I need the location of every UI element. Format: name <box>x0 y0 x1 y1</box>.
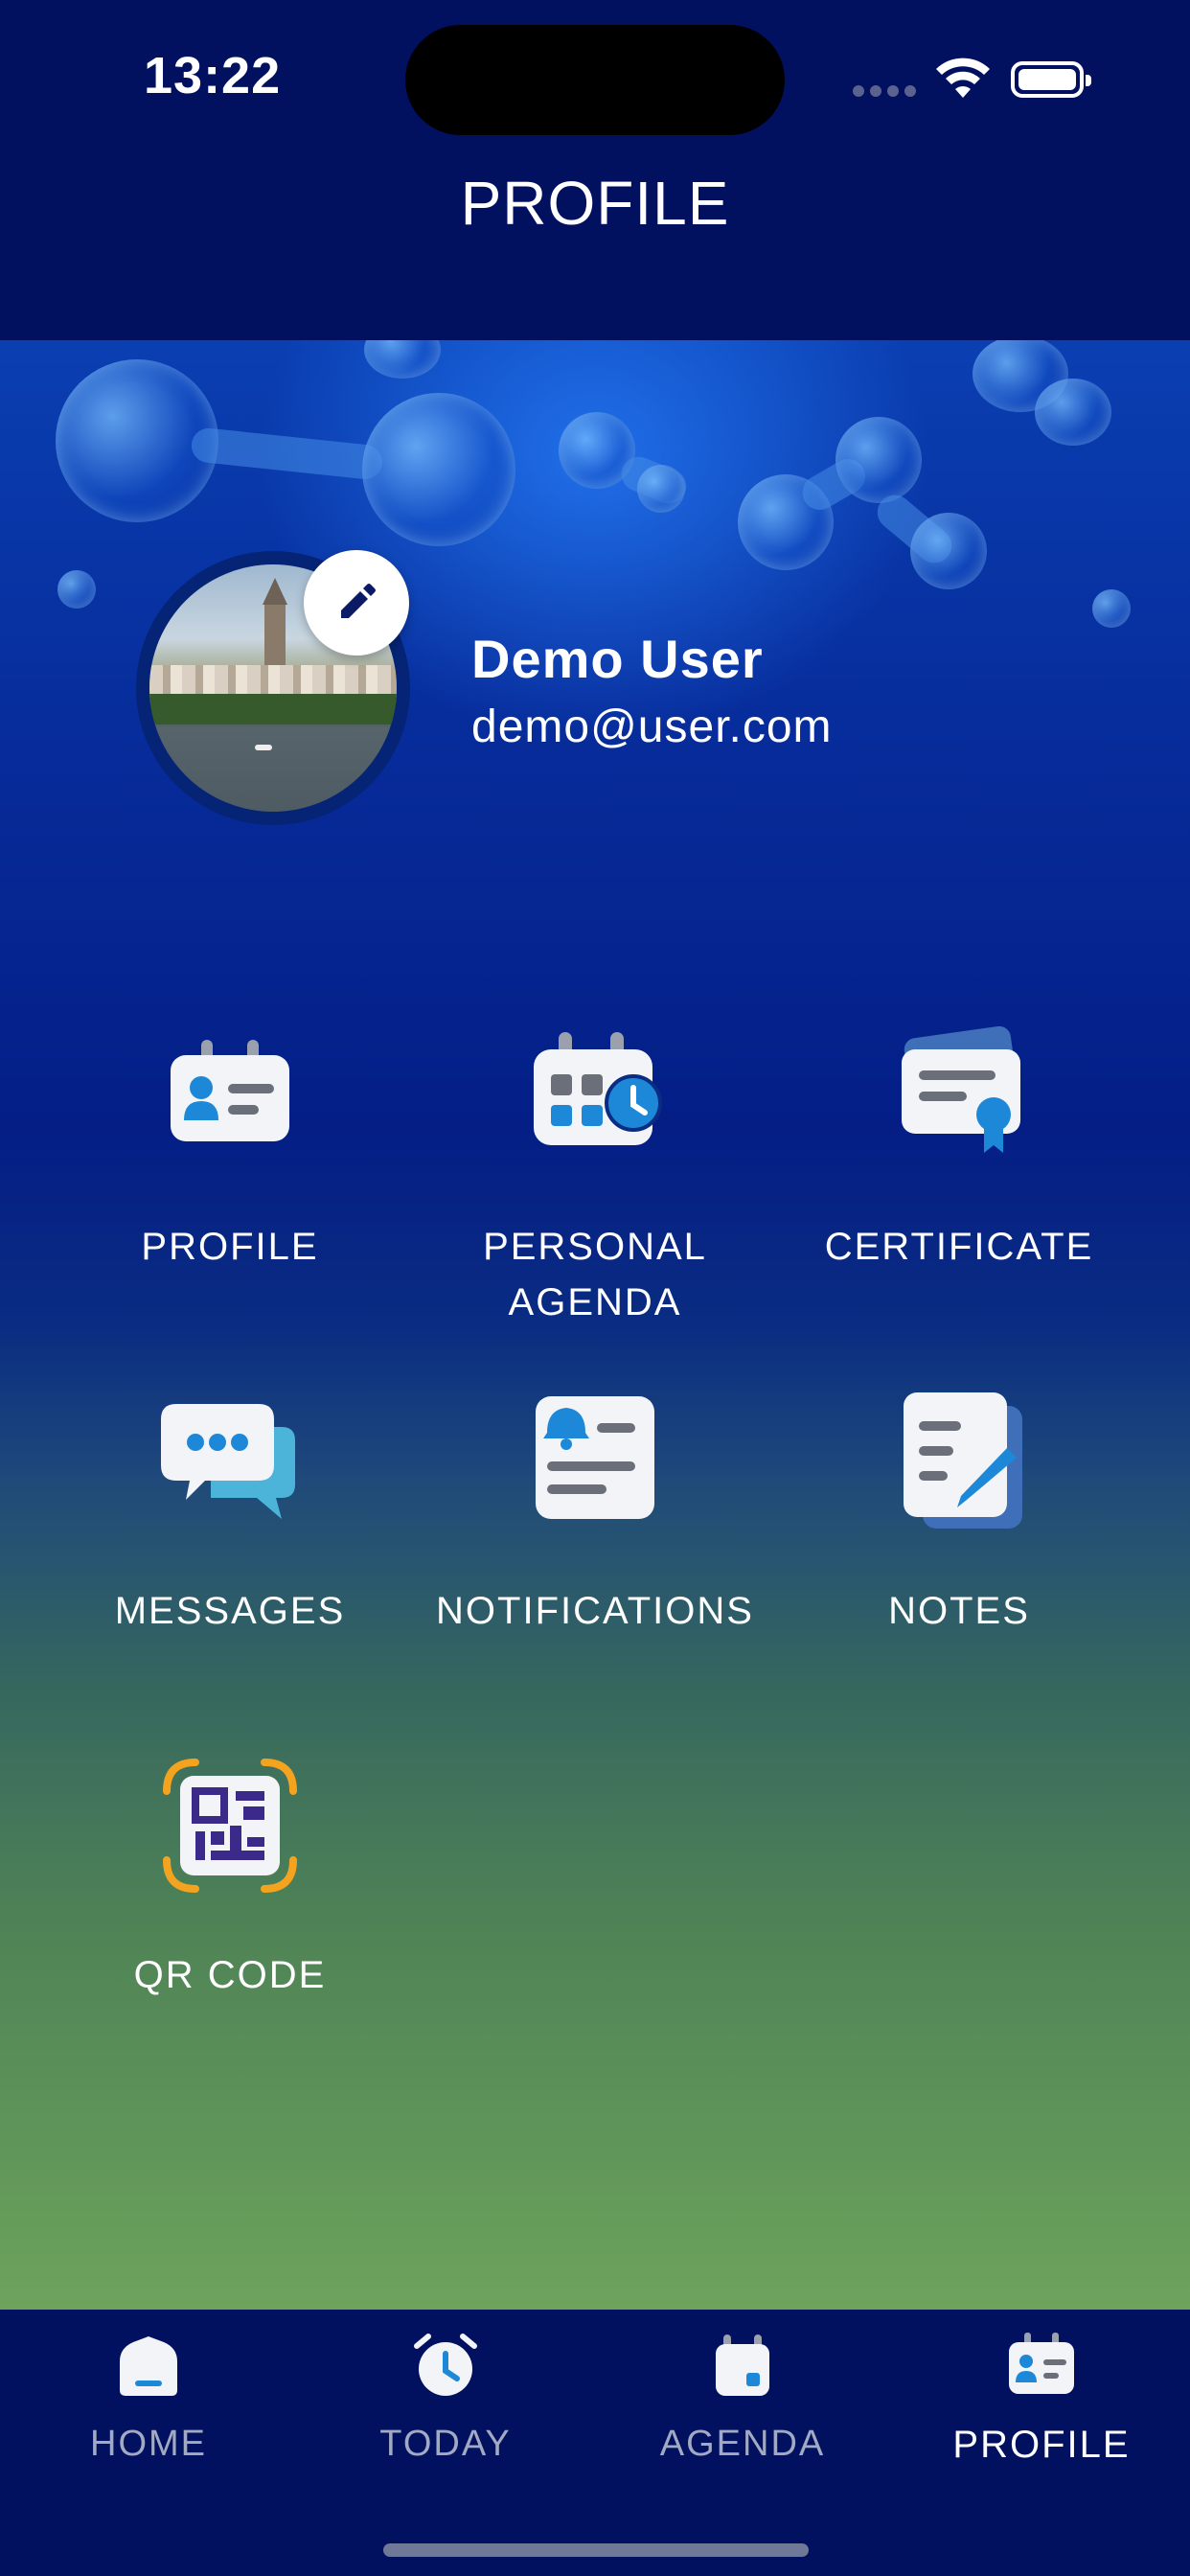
bottom-tab-bar: HOME TODAY AGENDA PROFILE <box>0 2310 1190 2576</box>
menu-label-notifications: NOTIFICATIONS <box>436 1590 754 1632</box>
chat-bubbles-icon <box>161 1404 295 1519</box>
status-time: 13:22 <box>144 47 282 104</box>
id-card-icon <box>1009 2333 1074 2394</box>
notification-bell-icon <box>536 1396 654 1519</box>
menu-item-certificate[interactable]: CERTIFICATE <box>777 1021 1141 1275</box>
tab-home[interactable]: HOME <box>0 2329 297 2465</box>
menu-item-qr-code[interactable]: QR CODE <box>48 1749 412 2003</box>
tab-today[interactable]: TODAY <box>297 2329 594 2465</box>
notes-pen-icon <box>904 1392 1022 1529</box>
menu-label-certificate: CERTIFICATE <box>824 1226 1094 1268</box>
page-header: PROFILE <box>0 163 1190 340</box>
menu-label-notes: NOTES <box>888 1590 1030 1632</box>
user-email: demo@user.com <box>471 702 833 752</box>
home-indicator[interactable] <box>383 2543 809 2557</box>
cellular-signal-icon <box>853 84 922 102</box>
tab-label-today: TODAY <box>379 2424 512 2464</box>
edit-avatar-button[interactable] <box>304 550 409 656</box>
tab-agenda[interactable]: AGENDA <box>594 2329 891 2465</box>
menu-item-notes[interactable]: NOTES <box>777 1385 1141 1639</box>
menu-label-personal-agenda: PERSONAL AGENDA <box>483 1226 707 1323</box>
menu-label-profile: PROFILE <box>141 1226 319 1268</box>
pencil-icon <box>341 584 376 618</box>
tab-profile[interactable]: PROFILE <box>893 2329 1190 2467</box>
calendar-icon <box>716 2334 769 2396</box>
menu-label-qr-code: QR CODE <box>133 1954 327 1996</box>
alarm-clock-icon <box>414 2334 477 2396</box>
menu-item-messages[interactable]: MESSAGES <box>48 1385 412 1639</box>
menu-item-notifications[interactable]: NOTIFICATIONS <box>413 1385 777 1639</box>
battery-icon <box>1011 61 1091 98</box>
menu-item-profile[interactable]: PROFILE <box>48 1021 412 1275</box>
tab-label-profile: PROFILE <box>952 2424 1131 2466</box>
wifi-icon <box>936 58 990 98</box>
id-card-icon <box>171 1040 289 1141</box>
tab-label-home: HOME <box>90 2424 207 2464</box>
menu-item-personal-agenda[interactable]: PERSONAL AGENDA <box>413 1021 777 1330</box>
tab-label-agenda: AGENDA <box>659 2424 826 2464</box>
user-name: Demo User <box>471 629 764 689</box>
certificate-icon <box>902 1025 1020 1153</box>
menu-label-messages: MESSAGES <box>114 1590 346 1632</box>
page-title: PROFILE <box>460 169 730 238</box>
home-icon <box>120 2336 177 2396</box>
calendar-clock-icon <box>534 1032 662 1145</box>
qr-code-icon <box>163 1759 297 1893</box>
